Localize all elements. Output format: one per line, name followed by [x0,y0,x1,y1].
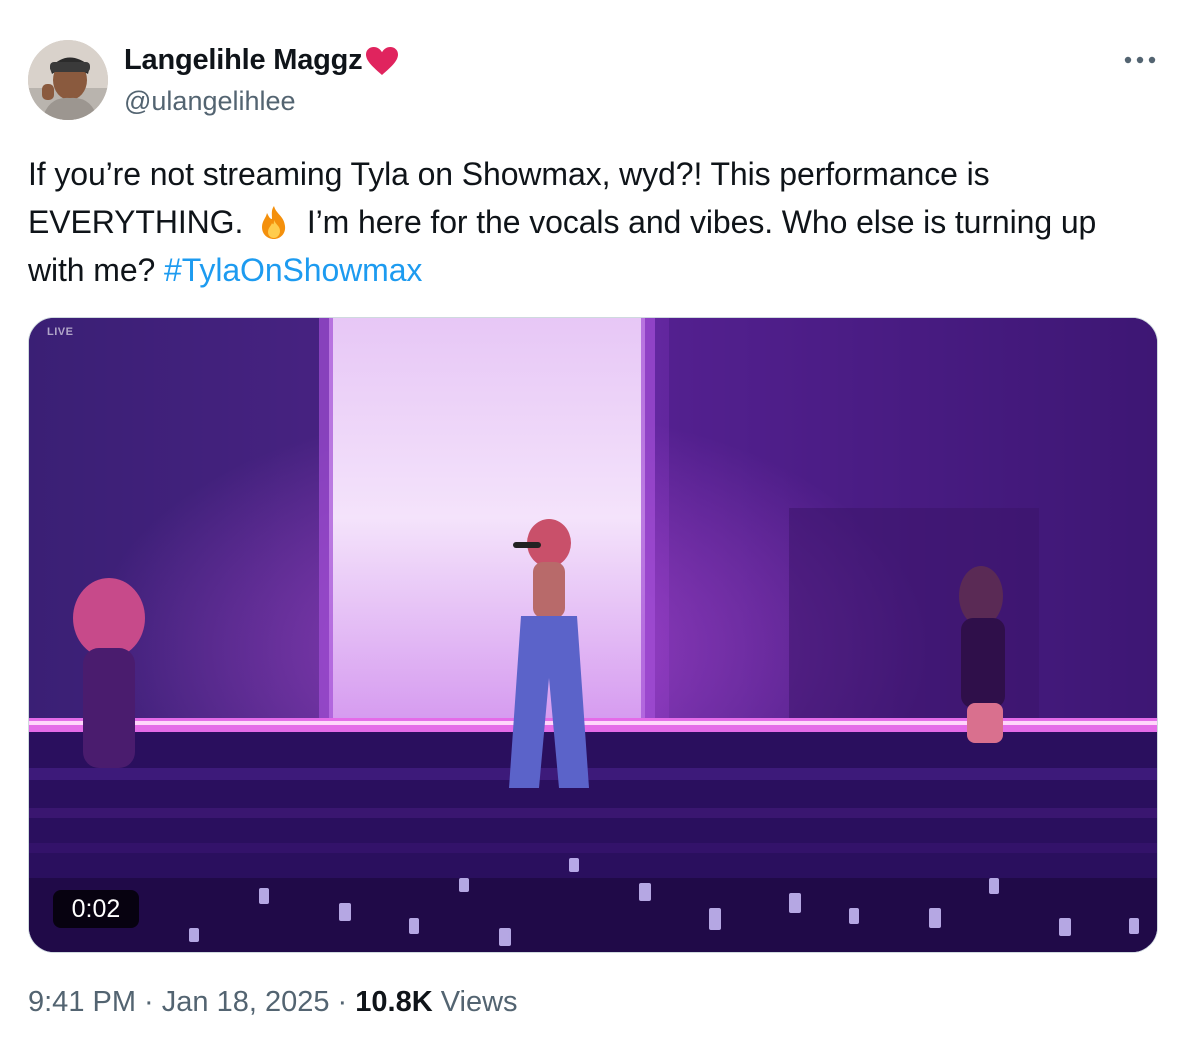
fire-emoji-icon [254,204,294,240]
tweet-text: If you’re not streaming Tyla on Showmax,… [28,150,1148,294]
video-frame [29,318,1157,952]
author-name-row[interactable]: Langelihle Maggz [124,44,399,77]
tweet-time[interactable]: 9:41 PM [28,986,136,1018]
video-duration-badge: 0:02 [53,890,139,928]
meta-separator: · [136,986,162,1018]
tweet-date[interactable]: Jan 18, 2025 [162,986,330,1018]
tweet-meta: 9:41 PM · Jan 18, 2025 · 10.8K Views [28,986,518,1019]
tweet-card: Langelihle Maggz @ulangelihlee If you’re… [0,0,1183,1058]
views-label[interactable]: Views [433,986,518,1018]
heart-emoji-icon [365,46,399,76]
more-options-button[interactable] [1118,46,1162,74]
author-handle[interactable]: @ulangelihlee [124,86,296,117]
hashtag-link[interactable]: #TylaOnShowmax [164,252,422,288]
live-label: LIVE [47,326,74,338]
video-player[interactable]: LIVE 0:02 [28,317,1158,953]
avatar[interactable] [28,40,108,120]
display-name[interactable]: Langelihle Maggz [124,44,363,77]
views-count[interactable]: 10.8K [355,986,432,1018]
meta-separator: · [329,986,356,1018]
avatar-image [28,40,108,120]
more-options-icon [1124,56,1156,64]
